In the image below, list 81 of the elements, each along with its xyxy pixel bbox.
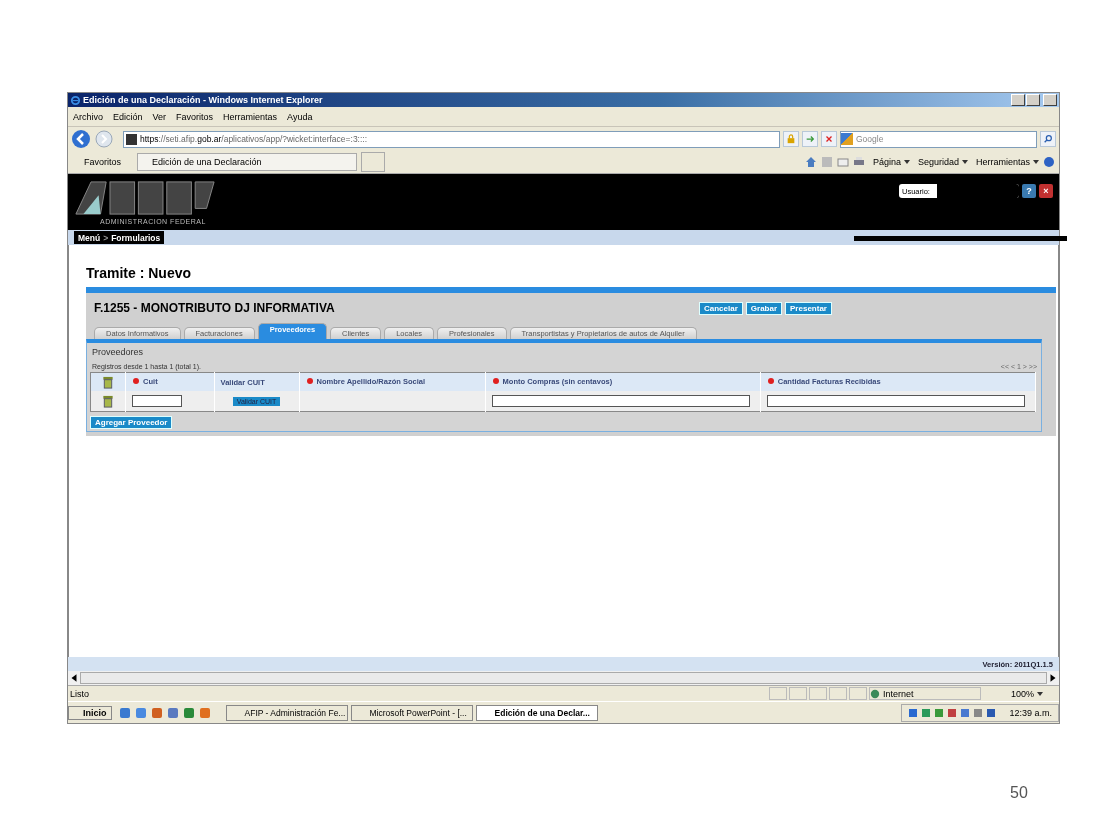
window-title: Edición de una Declaración - Windows Internet Explorer	[83, 95, 324, 105]
stop-icon[interactable]	[821, 131, 837, 147]
taskbar-button[interactable]: AFIP - Administración Fe...	[225, 704, 348, 721]
scroll-left-icon[interactable]	[69, 673, 79, 683]
action-button[interactable]: Grabar	[745, 301, 783, 315]
tray-icon[interactable]	[908, 707, 919, 718]
quick-launch-icon[interactable]	[166, 706, 179, 719]
command-menu[interactable]: Seguridad	[917, 157, 968, 167]
security-zone: Internet	[883, 688, 914, 699]
tray-icon[interactable]	[934, 707, 945, 718]
breadcrumb-link[interactable]: Formularios	[111, 232, 161, 243]
print-icon[interactable]	[852, 156, 865, 168]
command-menu[interactable]: Página	[872, 157, 910, 167]
page-title: Tramite : Nuevo	[86, 265, 193, 281]
minimize-button[interactable]	[1011, 94, 1025, 106]
logout-button[interactable]: ×	[1039, 184, 1053, 198]
breadcrumb-separator: >	[103, 232, 109, 243]
action-button[interactable]: Presentar	[785, 301, 832, 315]
command-menu[interactable]: Herramientas	[975, 157, 1039, 167]
status-pane	[789, 687, 807, 700]
taskbar-button[interactable]: Microsoft PowerPoint - [...	[350, 704, 473, 721]
horizontal-scrollbar[interactable]	[68, 671, 1059, 686]
forward-button[interactable]	[94, 129, 114, 149]
status-pane	[809, 687, 827, 700]
caret-icon	[961, 159, 968, 165]
maximize-button[interactable]	[1026, 94, 1040, 106]
globe-icon	[870, 688, 880, 699]
quick-launch-icon[interactable]	[150, 706, 163, 719]
menu-item[interactable]: Ayuda	[287, 111, 313, 122]
browser-logo-icon	[70, 94, 81, 106]
browser-tab[interactable]: Edición de una Declaración	[137, 153, 357, 171]
menu-item[interactable]: Ver	[152, 111, 167, 122]
caret-icon	[903, 159, 910, 165]
menu-item[interactable]: Favoritos	[176, 111, 214, 122]
tray-icon[interactable]	[973, 707, 984, 718]
status-pane	[849, 687, 867, 700]
quick-launch-icon[interactable]	[134, 706, 147, 719]
section-title: Proveedores	[91, 346, 145, 359]
caret-icon	[1033, 159, 1039, 165]
close-button[interactable]	[1043, 94, 1057, 106]
start-button[interactable]: Inicio	[68, 705, 112, 720]
add-button[interactable]: Agregar Proveedor	[90, 416, 173, 429]
refresh-icon[interactable]	[802, 131, 818, 147]
menu-item[interactable]: Herramientas	[223, 111, 278, 122]
status-text: Listo	[70, 688, 89, 699]
form-title: F.1255 - MONOTRIBUTO DJ INFORMATIVA	[94, 301, 336, 315]
slide-number: 50	[1010, 784, 1028, 801]
taskbar-button[interactable]: Edición de una Declar...	[475, 704, 598, 721]
menu-item[interactable]: Edición	[113, 111, 143, 122]
mail-icon[interactable]	[836, 156, 849, 168]
caret-icon	[1037, 690, 1043, 697]
quick-launch-icon[interactable]	[198, 706, 211, 719]
menu-item[interactable]: Archivo	[73, 111, 103, 122]
new-tab-button[interactable]	[361, 152, 385, 172]
quick-launch-icon[interactable]	[118, 706, 131, 719]
home-icon[interactable]	[804, 156, 817, 168]
status-pane	[769, 687, 787, 700]
input-field[interactable]	[491, 395, 750, 407]
tray-icon[interactable]	[947, 707, 958, 718]
help-icon[interactable]	[1043, 156, 1055, 168]
search-icon[interactable]	[1040, 131, 1056, 147]
breadcrumb-link[interactable]: Menú	[78, 232, 101, 243]
tray-icon[interactable]	[986, 707, 997, 718]
address-field[interactable]: https://seti.afip.gob.ar/aplicativos/app/?wicket:interface=:3::::	[123, 130, 780, 148]
tray-icon[interactable]	[960, 707, 971, 718]
trash-icon[interactable]	[102, 394, 115, 408]
search-field[interactable]: Google	[840, 130, 1037, 148]
input-field[interactable]	[132, 395, 183, 407]
scroll-right-icon[interactable]	[1048, 673, 1058, 683]
zoom-level[interactable]: 100%	[983, 688, 1057, 699]
lock-icon[interactable]	[783, 131, 799, 147]
tray-icon[interactable]	[921, 707, 932, 718]
favorites-button[interactable]: Favoritos	[72, 157, 121, 167]
back-button[interactable]	[71, 129, 91, 149]
quick-launch-icon[interactable]	[182, 706, 195, 719]
trash-icon[interactable]	[102, 375, 115, 389]
action-button[interactable]: Cancelar	[699, 301, 743, 315]
help-button[interactable]: ?	[1022, 184, 1036, 198]
input-field[interactable]	[766, 395, 1025, 407]
clock: 12:39 a.m.	[1009, 707, 1052, 718]
status-pane	[829, 687, 847, 700]
